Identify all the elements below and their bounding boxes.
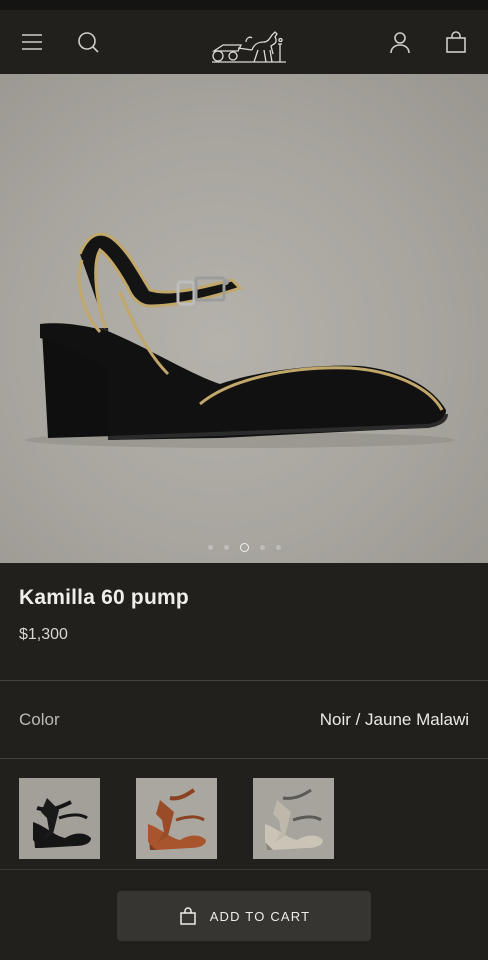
add-to-cart-button[interactable]: ADD TO CART (117, 891, 371, 941)
shoe-thumbnail-brown (136, 778, 217, 859)
swatch-silver[interactable] (253, 778, 334, 859)
divider (0, 758, 488, 759)
gallery-dot[interactable] (223, 544, 229, 550)
brand-logo[interactable] (206, 20, 290, 66)
bag-button[interactable] (440, 26, 472, 58)
search-icon (78, 32, 99, 53)
gallery-dot[interactable] (207, 544, 213, 550)
product-title: Kamilla 60 pump (19, 586, 189, 609)
carriage-logo-icon (211, 31, 286, 63)
swatch-brown[interactable] (136, 778, 217, 859)
shopping-bag-icon (179, 907, 196, 925)
gallery-dot-active[interactable] (239, 542, 249, 552)
gallery-dot[interactable] (259, 544, 265, 550)
selected-color-value: Noir / Jaune Malawi (319, 710, 469, 729)
top-header (0, 10, 488, 74)
search-button[interactable] (72, 26, 104, 58)
color-selector-row: Color Noir / Jaune Malawi (0, 681, 488, 758)
swatch-black[interactable] (19, 778, 100, 859)
shoe-thumbnail-black (19, 778, 100, 859)
shopping-bag-icon (446, 31, 466, 53)
product-image (25, 232, 455, 448)
product-price: $1,300 (19, 626, 68, 643)
gallery-pagination (0, 541, 488, 553)
account-button[interactable] (384, 26, 416, 58)
add-to-cart-label: ADD TO CART (209, 908, 311, 924)
product-info: Kamilla 60 pump (19, 586, 469, 610)
bottom-action-bar: ADD TO CART (0, 869, 488, 960)
user-icon (390, 32, 410, 54)
status-bar (0, 0, 488, 10)
shoe-thumbnail-silver (253, 778, 334, 859)
menu-icon (22, 34, 42, 50)
color-label: Color (19, 710, 60, 729)
menu-button[interactable] (16, 26, 48, 58)
product-image-gallery[interactable] (0, 74, 488, 563)
gallery-dot[interactable] (275, 544, 281, 550)
